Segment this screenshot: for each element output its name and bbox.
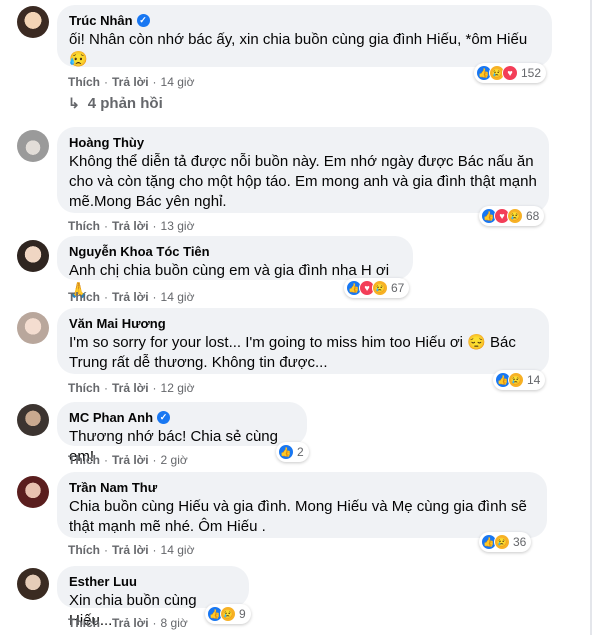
comment-actions: Thích · Trả lời · 13 giờ xyxy=(68,219,195,233)
like-reaction-icon: 👍 xyxy=(278,444,294,460)
comment-bubble: Trần Nam Thư Chia buồn cùng Hiếu và gia … xyxy=(57,472,547,538)
comment-time[interactable]: 13 giờ xyxy=(161,219,195,233)
comment-actions: Thích · Trả lời · 2 giờ xyxy=(68,453,188,467)
sad-reaction-icon: 😢 xyxy=(508,372,524,388)
sad-reaction-icon: 😢 xyxy=(220,606,236,622)
reaction-summary[interactable]: 👍 😢 ♥ 152 xyxy=(474,63,547,83)
sad-reaction-icon: 😢 xyxy=(507,208,523,224)
reaction-summary[interactable]: 👍 😢 9 xyxy=(205,604,251,624)
reply-button[interactable]: Trả lời xyxy=(112,290,149,304)
comment-time[interactable]: 2 giờ xyxy=(161,453,188,467)
comment-time[interactable]: 14 giờ xyxy=(161,543,195,557)
reply-button[interactable]: Trả lời xyxy=(112,616,149,630)
avatar[interactable] xyxy=(17,240,49,272)
love-reaction-icon: ♥ xyxy=(502,65,518,81)
reaction-summary[interactable]: 👍 😢 14 xyxy=(493,370,546,390)
avatar[interactable] xyxy=(17,404,49,436)
comment-actions: Thích · Trả lời · 8 giờ xyxy=(68,616,188,630)
like-button[interactable]: Thích xyxy=(68,543,100,557)
like-button[interactable]: Thích xyxy=(68,453,100,467)
reply-arrow-icon: ↳ xyxy=(68,95,80,111)
comment-bubble: Nguyễn Khoa Tóc Tiên Anh chị chia buồn c… xyxy=(57,236,413,299)
avatar[interactable] xyxy=(17,130,49,162)
comment-author[interactable]: Văn Mai Hương xyxy=(69,316,166,331)
comment-author[interactable]: MC Phan Anh xyxy=(69,410,153,425)
sad-reaction-icon: 😢 xyxy=(372,280,388,296)
reaction-count: 14 xyxy=(527,373,541,387)
comment-time[interactable]: 14 giờ xyxy=(161,75,195,89)
comment-author[interactable]: Esther Luu xyxy=(69,574,137,589)
comment-time[interactable]: 14 giờ xyxy=(161,290,195,304)
reaction-summary[interactable]: 👍 ♥ 😢 67 xyxy=(344,278,410,298)
comment-bubble: Văn Mai Hương I'm so sorry for your lost… xyxy=(57,308,549,374)
comment-bubble: MC Phan Anh ✓ Thương nhớ bác! Chia sẻ cù… xyxy=(57,402,307,465)
view-replies-link[interactable]: ↳ 4 phản hồi xyxy=(68,95,163,112)
comment-author[interactable]: Hoàng Thùy xyxy=(69,135,144,150)
reply-button[interactable]: Trả lời xyxy=(112,453,149,467)
reaction-count: 2 xyxy=(297,445,304,459)
comment-actions: Thích · Trả lời · 14 giờ xyxy=(68,75,195,89)
comment-time[interactable]: 12 giờ xyxy=(161,381,195,395)
sad-reaction-icon: 😢 xyxy=(494,534,510,550)
reaction-count: 67 xyxy=(391,281,405,295)
verified-badge-icon: ✓ xyxy=(157,411,171,424)
comment-author[interactable]: Nguyễn Khoa Tóc Tiên xyxy=(69,244,210,259)
avatar[interactable] xyxy=(17,6,49,38)
reaction-count: 9 xyxy=(239,607,246,621)
comment-bubble: Hoàng Thùy Không thể diễn tả được nỗi bu… xyxy=(57,127,549,213)
reaction-summary[interactable]: 👍 ♥ 😢 68 xyxy=(479,206,545,226)
reply-button[interactable]: Trả lời xyxy=(112,543,149,557)
comment-time[interactable]: 8 giờ xyxy=(161,616,188,630)
verified-badge-icon: ✓ xyxy=(136,14,150,27)
comment-actions: Thích · Trả lời · 12 giờ xyxy=(68,381,195,395)
comment-text: Không thể diễn tả được nỗi buồn này. Em … xyxy=(69,153,537,210)
comment-text: ối! Nhân còn nhớ bác ấy, xin chia buồn c… xyxy=(69,31,528,68)
comment-text: I'm so sorry for your lost... I'm going … xyxy=(69,334,516,371)
reply-button[interactable]: Trả lời xyxy=(112,75,149,89)
comment-text: Chia buồn cùng Hiếu và gia đình. Mong Hi… xyxy=(69,498,527,535)
reaction-summary[interactable]: 👍 2 xyxy=(276,442,309,462)
comment-author[interactable]: Trúc Nhân xyxy=(69,13,133,28)
avatar[interactable] xyxy=(17,476,49,508)
comment-author[interactable]: Trần Nam Thư xyxy=(69,480,157,495)
reaction-summary[interactable]: 👍 😢 36 xyxy=(479,532,532,552)
reaction-count: 36 xyxy=(513,535,527,549)
reaction-count: 152 xyxy=(521,66,542,80)
like-button[interactable]: Thích xyxy=(68,381,100,395)
reaction-count: 68 xyxy=(526,209,540,223)
replies-count-label: 4 phản hồi xyxy=(87,95,163,112)
like-button[interactable]: Thích xyxy=(68,290,100,304)
like-button[interactable]: Thích xyxy=(68,219,100,233)
like-button[interactable]: Thích xyxy=(68,616,100,630)
comment-actions: Thích · Trả lời · 14 giờ xyxy=(68,290,195,304)
reply-button[interactable]: Trả lời xyxy=(112,219,149,233)
avatar[interactable] xyxy=(17,312,49,344)
comment-actions: Thích · Trả lời · 14 giờ xyxy=(68,543,195,557)
comment-bubble: Esther Luu Xin chia buồn cùng Hiếu... xyxy=(57,566,249,629)
comment-bubble: Trúc Nhân ✓ ối! Nhân còn nhớ bác ấy, xin… xyxy=(57,5,552,68)
reply-button[interactable]: Trả lời xyxy=(112,381,149,395)
like-button[interactable]: Thích xyxy=(68,75,100,89)
avatar[interactable] xyxy=(17,568,49,600)
